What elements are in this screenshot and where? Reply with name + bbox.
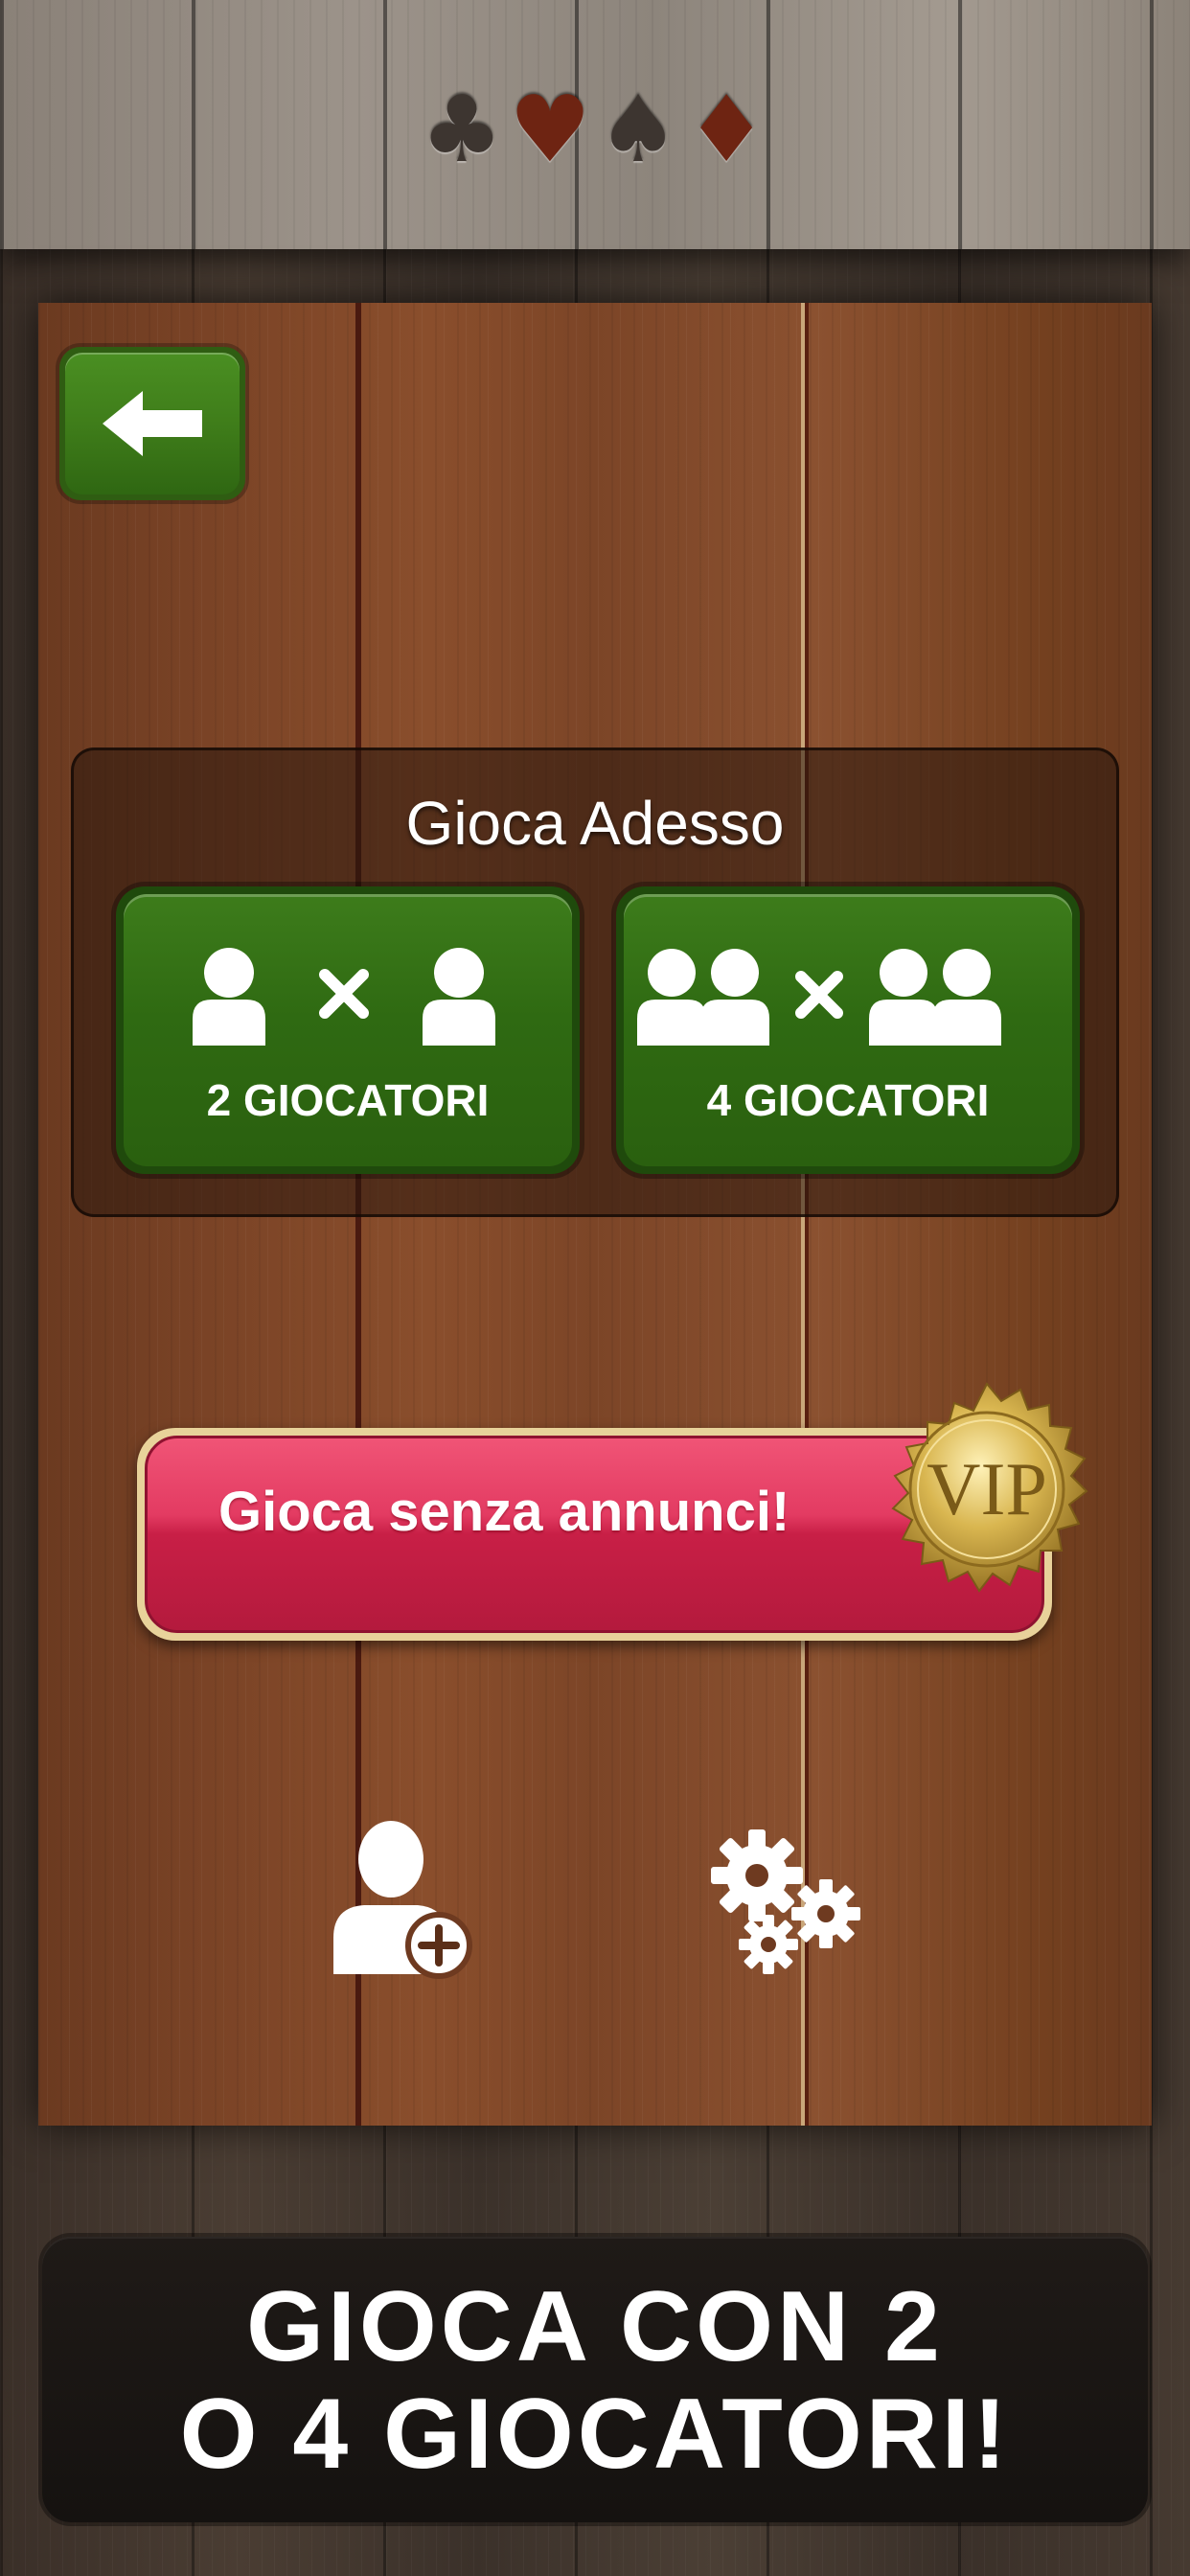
card-suits-header: ♣♥♠♦: [0, 77, 1190, 182]
vip-seal-icon: VIP: [891, 1382, 1088, 1593]
vip-seal-text: VIP: [927, 1447, 1047, 1530]
two-players-label: 2 GIOCATORI: [206, 1075, 490, 1125]
back-button[interactable]: [59, 347, 245, 500]
spade-icon: ♠: [597, 76, 682, 183]
settings-gears-icon: [711, 1829, 860, 1974]
heart-icon: ♥: [508, 76, 593, 183]
arrow-left-icon: [103, 391, 202, 456]
club-icon: ♣: [420, 76, 505, 183]
promo-text: GIOCA CON 2 O 4 GIOCATORI!: [42, 2273, 1148, 2488]
settings-button[interactable]: [709, 1826, 872, 1979]
one-vs-one-icon: [193, 948, 495, 1046]
two-players-button[interactable]: 2 GIOCATORI: [116, 886, 580, 1174]
add-player-button[interactable]: [326, 1811, 479, 1984]
promo-line-1: GIOCA CON 2: [246, 2271, 944, 2382]
promo-banner: GIOCA CON 2 O 4 GIOCATORI!: [42, 2237, 1148, 2522]
two-vs-two-icon: [637, 949, 1001, 1046]
vip-button-label: Gioca senza annunci!: [218, 1481, 790, 1543]
promo-line-2: O 4 GIOCATORI!: [179, 2379, 1011, 2490]
panel-title: Gioca Adesso: [405, 789, 785, 858]
diamond-icon: ♦: [685, 76, 770, 183]
four-players-button[interactable]: 4 GIOCATORI: [616, 886, 1080, 1174]
add-player-icon: [333, 1821, 472, 1979]
four-players-label: 4 GIOCATORI: [706, 1075, 990, 1125]
play-now-panel: Gioca Adesso 2 GIOCATORI 4 GIOCATORI: [71, 748, 1119, 1217]
